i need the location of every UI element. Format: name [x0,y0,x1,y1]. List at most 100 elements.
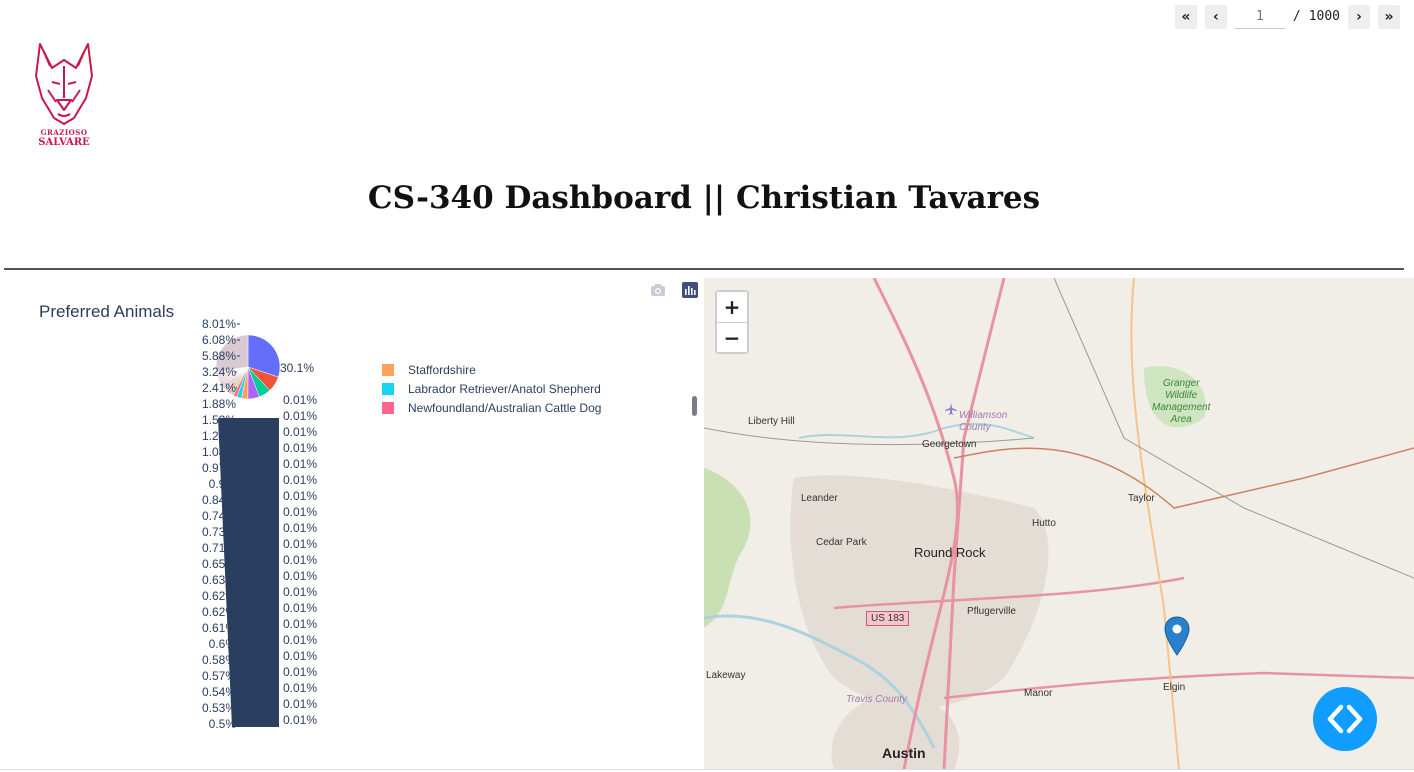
pie-label: 0.84% [202,493,236,507]
pie-label: 6.08% [202,333,236,347]
legend-item[interactable]: Labrador Retriever/Anatol Shepherd [382,379,601,398]
pie-chart-plot: 30.1% 8.01% 6.08% 5.88% 3.24% 2.41% 1.88% 1.52%… [202,317,317,731]
pie-label: 2.41% [202,381,236,395]
map-label-elgin: Elgin [1163,682,1186,693]
pie-label: 0.01% [283,553,317,567]
zoom-in-button[interactable]: + [717,292,747,322]
pie-label: 0.01% [283,393,317,407]
legend-swatch [382,382,394,395]
pie-label: 0.71% [202,541,236,555]
logo-text-salvare: SALVARE [38,137,90,148]
pie-label: 0.01% [283,521,317,535]
legend-label: Newfoundland/Australian Cattle Dog [408,400,602,415]
pie-label: 1.08% [202,445,236,459]
legend-item[interactable]: Staffordshire [382,360,601,379]
map-label-manor: Manor [1024,688,1053,699]
map-label-liberty-hill: Liberty Hill [748,416,795,427]
logo-text-grazioso: GRAZIOSO [40,128,88,137]
pie-label: 0.01% [283,601,317,615]
pie-label: 0.01% [283,505,317,519]
pie-label: 0.01% [283,473,317,487]
pie-label: 0.61% [202,621,236,635]
map-label-austin: Austin [882,745,926,761]
pie-label: 0.74% [202,509,236,523]
pie-label: 0.01% [283,633,317,647]
pie-label: 0.01% [283,585,317,599]
legend-swatch [382,363,394,376]
first-page-button[interactable]: « [1174,4,1197,29]
pie-label: 0.65% [202,557,236,571]
pie-label: 0.01% [283,681,317,695]
map-zoom-control: + − [715,290,749,354]
pie-label: 0.01% [283,665,317,679]
pie-label: 8.01% [202,317,236,331]
pie-label: 0.01% [283,409,317,423]
grazioso-salvare-logo: GRAZIOSO SALVARE [30,40,98,150]
map-label-lakeway: Lakeway [706,670,746,681]
pie-label: 0.01% [283,537,317,551]
pie-label: 0.01% [283,713,317,727]
pie-label: 0.58% [202,653,236,667]
pie-label: 0.01% [283,617,317,631]
map-tiles [704,278,1414,770]
previous-page-button[interactable]: ‹ [1204,4,1227,29]
pie-label: 0.01% [283,425,317,439]
legend-label: Labrador Retriever/Anatol Shepherd [408,381,601,396]
pie-label: 1.88% [202,397,236,411]
map-label-williamson-county: Williamson County [959,410,1008,433]
pie-label: 1.23% [202,429,236,443]
map-label-granger-wildlife: Granger Wildlife Management Area [1152,378,1211,425]
page-number-input[interactable] [1234,4,1285,29]
pie-label: 1.52% [202,413,236,427]
pie-label: 3.24% [202,365,236,379]
page-title: CS-340 Dashboard || Christian Tavares [367,180,1041,216]
pie-label: 0.01% [283,457,317,471]
map-label-pflugerville: Pflugerville [967,606,1016,617]
map-label-cedar-park: Cedar Park [816,537,867,548]
pie-label: 0.01% [283,489,317,503]
pie-label: 0.01% [283,569,317,583]
next-page-button[interactable]: › [1348,4,1370,29]
pie-label: 0.73% [202,525,236,539]
pie-label: 5.88% [202,349,236,363]
pie-label: 0.53% [202,701,236,715]
map-label-round-rock: Round Rock [914,545,986,560]
pie-label: 0.54% [202,685,236,699]
map-label-georgetown: Georgetown [922,439,977,450]
legend-item[interactable]: Newfoundland/Australian Cattle Dog [382,398,601,417]
pie-label: 0.01% [283,441,317,455]
pie-label: 0.57% [202,669,236,683]
pie-label: 0.62% [202,589,236,603]
last-page-button[interactable]: » [1378,4,1400,29]
pie-label: 0.97% [202,461,236,475]
airport-icon [945,403,957,415]
legend-label: Staffordshire [408,362,476,377]
map-label-taylor: Taylor [1128,493,1155,504]
map-label-hutto: Hutto [1032,518,1056,529]
dev-tools-button[interactable] [1313,687,1377,751]
bottom-border [0,769,1414,770]
total-pages: 1000 [1308,9,1340,24]
map-marker-icon[interactable] [1164,616,1190,656]
pie-label: 0.01% [283,697,317,711]
legend-scrollbar[interactable] [692,396,697,416]
horizontal-divider [4,268,1404,270]
map-label-leander: Leander [801,493,838,504]
pie-label: 0.01% [283,649,317,663]
dog-head-logo-icon [35,43,93,125]
pie-label: 0.6% [209,637,237,651]
pagination: « ‹ / 1000 › » [1174,4,1400,29]
preferred-animals-chart: Preferred Animals 30.1% 8.01% 6.08% 5.88% 3.… [0,278,704,768]
code-brackets-icon [1327,704,1363,734]
pie-label: 0.9% [209,477,237,491]
geolocation-map[interactable]: + − Liberty Hill Williamson County Georg… [704,278,1414,770]
pie-label: 0.5% [209,717,237,731]
chart-legend: Staffordshire Labrador Retriever/Anatol … [382,360,601,417]
zoom-out-button[interactable]: − [717,322,747,352]
us-183-shield: US 183 [866,611,910,626]
map-label-travis-county: Travis County [846,694,907,705]
legend-swatch [382,401,394,414]
pie-label: 0.62% [202,605,236,619]
pie-label: 30.1% [280,361,314,375]
page-separator: / [1292,9,1301,24]
